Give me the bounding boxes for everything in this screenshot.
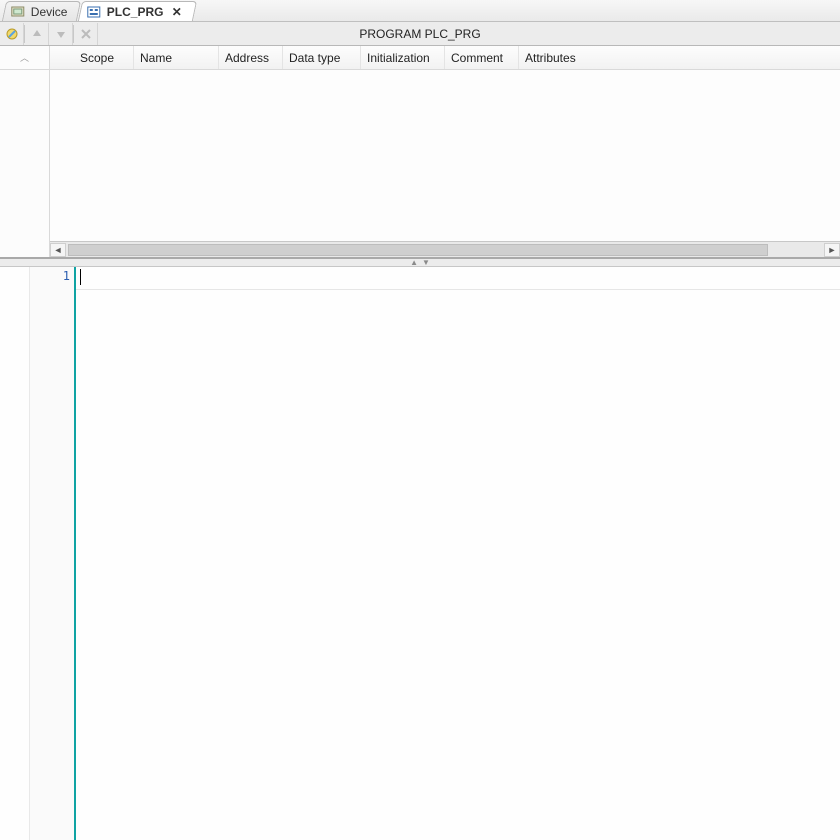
column-address[interactable]: Address xyxy=(219,46,283,69)
horizontal-scrollbar[interactable]: ◄ ► xyxy=(50,241,840,257)
scroll-right-icon[interactable]: ► xyxy=(824,243,840,257)
column-attributes[interactable]: Attributes xyxy=(519,46,599,69)
declaration-rows[interactable] xyxy=(50,70,840,241)
scroll-thumb[interactable] xyxy=(68,244,768,256)
move-up-button[interactable] xyxy=(25,23,49,45)
scroll-left-icon[interactable]: ◄ xyxy=(50,243,66,257)
delete-button[interactable] xyxy=(74,23,98,45)
code-breakpoint-margin[interactable] xyxy=(0,267,30,840)
program-title: PROGRAM PLC_PRG xyxy=(0,27,840,41)
tab-device[interactable]: Device xyxy=(2,1,81,21)
line-number: 1 xyxy=(30,269,70,283)
line-separator xyxy=(76,289,840,290)
tab-label: PLC_PRG xyxy=(107,5,164,19)
text-caret xyxy=(80,269,81,285)
insert-variable-button[interactable] xyxy=(0,23,24,45)
code-line-number-gutter: 1 xyxy=(30,267,76,840)
column-initialization[interactable]: Initialization xyxy=(361,46,445,69)
declaration-toolbar: PROGRAM PLC_PRG xyxy=(0,22,840,46)
declaration-gutter: ︿ xyxy=(0,46,50,257)
column-scope[interactable]: Scope xyxy=(74,46,134,69)
grip-down-icon: ▼ xyxy=(422,258,430,267)
code-text-area[interactable] xyxy=(76,267,840,840)
tab-strip: Device PLC_PRG ✕ xyxy=(0,0,840,22)
close-icon[interactable]: ✕ xyxy=(169,5,183,19)
column-comment[interactable]: Comment xyxy=(445,46,519,69)
move-down-button[interactable] xyxy=(49,23,73,45)
code-editor-pane: 1 xyxy=(0,267,840,840)
pou-icon xyxy=(87,5,101,19)
column-datatype[interactable]: Data type xyxy=(283,46,361,69)
expand-collapse-icon[interactable]: ︿ xyxy=(20,51,29,64)
declaration-header: Scope Name Address Data type Initializat… xyxy=(50,46,840,70)
grip-up-icon: ▲ xyxy=(410,258,418,267)
tab-plc-prg[interactable]: PLC_PRG ✕ xyxy=(78,1,197,21)
device-icon xyxy=(11,5,25,19)
column-name[interactable]: Name xyxy=(134,46,219,69)
declaration-pane: ︿ Scope Name Address Data type Initializ… xyxy=(0,46,840,259)
tab-label: Device xyxy=(31,5,68,19)
pane-splitter[interactable]: ▲ ▼ xyxy=(0,259,840,267)
